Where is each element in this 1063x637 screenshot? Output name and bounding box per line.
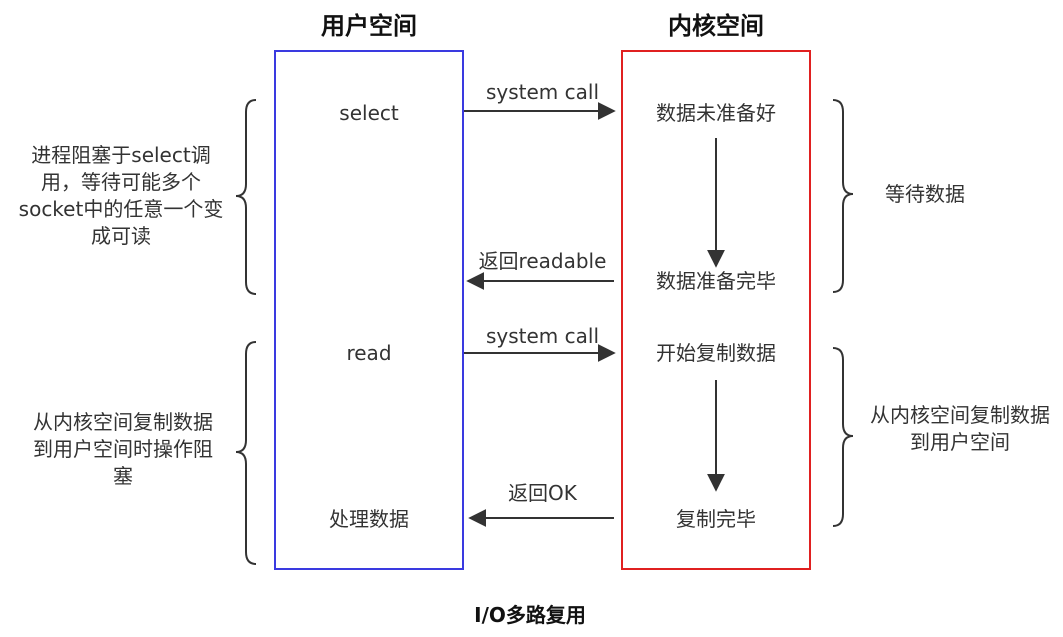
kernel-space-title: 内核空间 (668, 12, 764, 40)
process-data-step: 处理数据 (329, 507, 409, 531)
syscall-2-label: system call (485, 324, 600, 348)
right-brace-wait (832, 99, 854, 293)
left-brace-copy (235, 341, 257, 565)
data-not-ready-step: 数据未准备好 (656, 101, 776, 125)
copy-done-step: 复制完毕 (676, 507, 756, 531)
user-space-title: 用户空间 (321, 12, 417, 40)
data-ready-step: 数据准备完毕 (656, 269, 776, 293)
return-readable-label: 返回readable (478, 249, 607, 273)
syscall-1-label: system call (485, 80, 600, 104)
note-blocked-on-select: 进程阻塞于select调用，等待可能多个socket中的任意一个变成可读 (18, 143, 224, 248)
right-brace-copy (832, 347, 854, 527)
read-step: read (346, 341, 392, 365)
diagram-caption: I/O多路复用 (474, 603, 586, 627)
note-blocked-on-copy: 从内核空间复制数据到用户空间时操作阻塞 (33, 410, 213, 488)
return-ok-label: 返回OK (508, 481, 577, 505)
left-brace-select (235, 99, 257, 295)
note-wait-data: 等待数据 (885, 182, 965, 206)
select-step: select (339, 101, 399, 125)
note-copy-to-user: 从内核空间复制数据到用户空间 (870, 403, 1050, 454)
start-copy-step: 开始复制数据 (656, 341, 776, 365)
